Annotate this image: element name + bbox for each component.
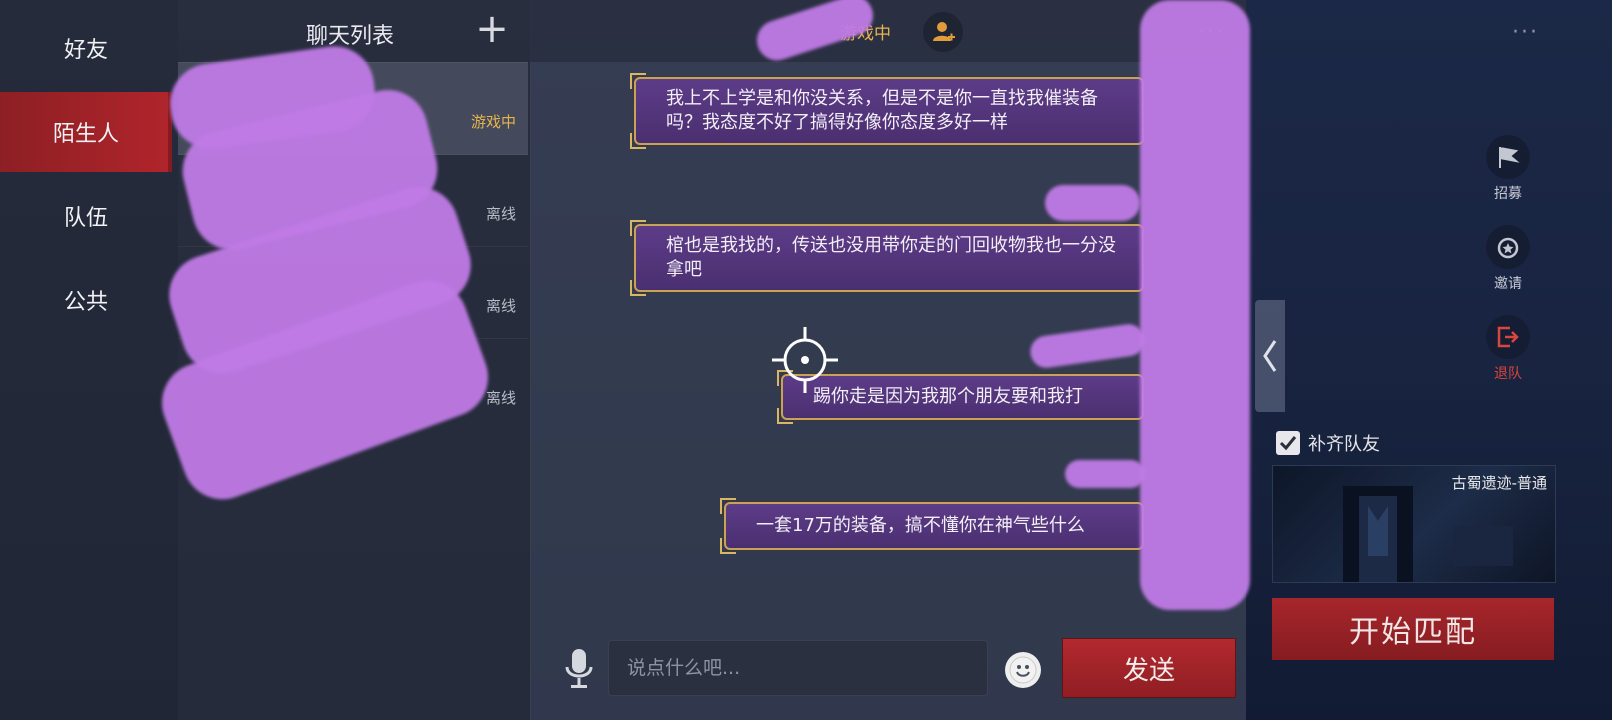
contact-status: 游戏中 — [470, 113, 516, 131]
fill-team-checkbox[interactable]: 补齐队友 — [1276, 430, 1380, 456]
microphone-icon[interactable] — [563, 647, 595, 691]
exit-icon — [1486, 315, 1530, 359]
chat-message: 棺也是我找的，传送也没用带你走的门回收物我也一分没拿吧 — [630, 220, 1144, 296]
invite-button[interactable]: 邀请 — [1478, 225, 1538, 293]
crosshair-icon — [772, 327, 838, 393]
nav-label: 好友 — [63, 38, 108, 63]
flag-icon — [1486, 135, 1530, 179]
message-text: 踢你走是因为我那个朋友要和我打 — [813, 386, 1083, 407]
message-text: 我上不上学是和你没关系，但是不是你一直找我催装备吗？我态度不好了搞得好像你态度多… — [666, 88, 1098, 133]
contact-status: 离线 — [485, 389, 516, 407]
nav-item-public[interactable]: 公共 — [0, 260, 172, 340]
nav-item-strangers[interactable]: 陌生人 — [0, 92, 172, 172]
medal-icon — [1486, 225, 1530, 269]
checkbox-check-icon — [1276, 431, 1300, 455]
chat-message: 我上不上学是和你没关系，但是不是你一直找我催装备吗？我态度不好了搞得好像你态度多… — [630, 73, 1144, 149]
send-label: 发送 — [1122, 655, 1175, 686]
redaction — [1065, 460, 1145, 488]
chat-message-input[interactable] — [608, 640, 988, 696]
contact-status: 离线 — [485, 297, 516, 315]
nav-label: 公共 — [63, 290, 108, 315]
lobby-more-icon[interactable]: ··· — [1512, 20, 1539, 45]
add-friend-icon[interactable] — [923, 12, 963, 52]
nav-label: 队伍 — [63, 206, 108, 231]
send-button[interactable]: 发送 — [1062, 638, 1236, 698]
message-text: 棺也是我找的，传送也没用带你走的门回收物我也一分没拿吧 — [666, 235, 1116, 280]
start-matching-label: 开始匹配 — [1349, 615, 1477, 650]
message-text: 一套17万的装备，搞不懂你在神气些什么 — [756, 515, 1085, 536]
redaction — [1045, 185, 1140, 221]
chat-message: 一套17万的装备，搞不懂你在神气些什么 — [720, 498, 1144, 554]
start-matching-button[interactable]: 开始匹配 — [1272, 598, 1554, 660]
leave-team-label: 退队 — [1494, 366, 1522, 382]
collapse-chat-tab[interactable] — [1255, 300, 1285, 412]
redaction — [1140, 0, 1250, 610]
nav-item-friends[interactable]: 好友 — [0, 8, 172, 88]
nav-label: 陌生人 — [52, 122, 119, 147]
fill-team-label: 补齐队友 — [1308, 434, 1380, 455]
add-chat-button[interactable]: + — [474, 9, 510, 49]
emoji-icon[interactable] — [1005, 652, 1041, 688]
leave-team-button[interactable]: 退队 — [1478, 315, 1538, 383]
nav-item-team[interactable]: 队伍 — [0, 176, 172, 256]
chat-list-title: 聊天列表 — [306, 24, 395, 49]
recruit-button[interactable]: 招募 — [1478, 135, 1538, 203]
category-nav: 好友 陌生人 队伍 公共 — [0, 0, 178, 720]
map-thumbnail[interactable]: 古蜀遗迹-普通 — [1272, 465, 1556, 583]
map-name-label: 古蜀遗迹-普通 — [1451, 474, 1547, 492]
recruit-label: 招募 — [1494, 186, 1522, 202]
chevron-left-icon — [1263, 340, 1277, 372]
invite-label: 邀请 — [1494, 276, 1522, 292]
contact-status: 离线 — [485, 205, 516, 223]
